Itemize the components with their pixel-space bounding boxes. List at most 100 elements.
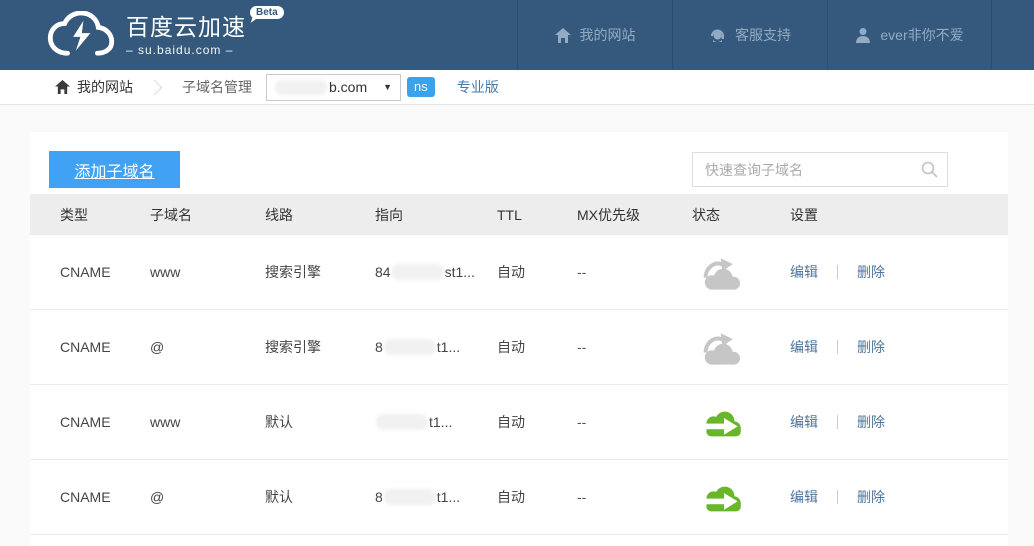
domain-select-value: b.com xyxy=(329,79,367,95)
green-cloud-arrow-icon xyxy=(696,477,744,517)
nav-my-websites[interactable]: 我的网站 xyxy=(517,0,672,70)
search-box xyxy=(692,152,948,187)
target-prefix: 8 xyxy=(375,339,383,355)
col-header-type: 类型 xyxy=(60,205,150,225)
subdomain-card: 添加子域名 类型 子域名 线路 指向 TTL MX优先级 状态 设置 CNAME… xyxy=(30,132,1008,546)
cell-target: t1... xyxy=(375,414,497,430)
nav-item-label: 客服支持 xyxy=(735,25,791,45)
nav-user-account[interactable]: ever非你不爱 xyxy=(827,0,992,70)
table-row: CNAME @ 搜索引擎 8 t1... 自动 -- xyxy=(30,310,1008,385)
status-cloud-icon[interactable] xyxy=(696,477,744,517)
brand-logo[interactable]: 百度云加速 Beta – su.baidu.com – xyxy=(0,0,517,70)
cell-actions: 编辑 删除 xyxy=(790,262,1008,282)
col-header-mx: MX优先级 xyxy=(577,205,692,225)
delete-link[interactable]: 删除 xyxy=(857,262,885,282)
cloud-lightning-icon xyxy=(46,11,116,59)
search-input[interactable] xyxy=(692,152,948,187)
delete-link[interactable]: 删除 xyxy=(857,337,885,357)
brand-title: 百度云加速 xyxy=(126,14,246,40)
target-prefix: 8 xyxy=(375,489,383,505)
cell-target: 8 t1... xyxy=(375,339,497,355)
add-subdomain-button[interactable]: 添加子域名 xyxy=(49,151,180,188)
cell-mx-priority: -- xyxy=(577,489,692,505)
main-content: 添加子域名 类型 子域名 线路 指向 TTL MX优先级 状态 设置 CNAME… xyxy=(0,105,1034,546)
col-header-ttl: TTL xyxy=(497,207,577,223)
breadcrumb-section-label: 子域名管理 xyxy=(182,77,252,97)
action-divider xyxy=(837,340,838,354)
chevron-down-icon: ▼ xyxy=(383,82,392,92)
nav-item-label: ever非你不爱 xyxy=(880,25,963,45)
col-header-status: 状态 xyxy=(692,205,790,225)
cell-line: 默认 xyxy=(265,412,375,432)
domain-select[interactable]: b.com ▼ xyxy=(266,74,401,101)
action-divider xyxy=(837,490,838,504)
redacted-target-blur xyxy=(384,489,436,505)
redacted-target-blur xyxy=(384,339,436,355)
action-divider xyxy=(837,265,838,279)
cell-mx-priority: -- xyxy=(577,339,692,355)
cell-ttl: 自动 xyxy=(497,337,577,357)
table-row: CNAME @ 默认 8 t1... 自动 -- xyxy=(30,460,1008,535)
cell-actions: 编辑 删除 xyxy=(790,487,1008,507)
cell-line: 搜索引擎 xyxy=(265,337,375,357)
breadcrumb: 我的网站 子域名管理 b.com ▼ ns 专业版 xyxy=(0,70,1034,105)
search-icon[interactable] xyxy=(921,161,938,178)
cell-target: 8 t1... xyxy=(375,489,497,505)
cell-actions: 编辑 删除 xyxy=(790,337,1008,357)
chevron-right-icon xyxy=(147,79,163,95)
cell-subdomain: @ xyxy=(150,489,265,505)
status-cloud-icon[interactable] xyxy=(696,252,744,292)
table-body: CNAME www 搜索引擎 84 st1... 自动 -- xyxy=(30,235,1008,535)
cell-subdomain: @ xyxy=(150,339,265,355)
top-navbar: 百度云加速 Beta – su.baidu.com – 我的网站 客服支持 xyxy=(0,0,1034,70)
gray-cloud-bypass-icon xyxy=(696,327,744,367)
edit-link[interactable]: 编辑 xyxy=(790,337,818,357)
target-prefix: 84 xyxy=(375,264,391,280)
cell-mx-priority: -- xyxy=(577,414,692,430)
cell-subdomain: www xyxy=(150,414,265,430)
ns-badge[interactable]: ns xyxy=(407,77,435,97)
breadcrumb-home-label: 我的网站 xyxy=(77,77,133,97)
cell-subdomain: www xyxy=(150,264,265,280)
plan-link[interactable]: 专业版 xyxy=(457,77,499,97)
cell-type: CNAME xyxy=(60,414,150,430)
nav-item-label: 我的网站 xyxy=(580,25,636,45)
col-header-line: 线路 xyxy=(265,205,375,225)
edit-link[interactable]: 编辑 xyxy=(790,412,818,432)
breadcrumb-home[interactable]: 我的网站 xyxy=(55,77,133,97)
status-cloud-icon[interactable] xyxy=(696,327,744,367)
cell-type: CNAME xyxy=(60,489,150,505)
table-row: CNAME www 搜索引擎 84 st1... 自动 -- xyxy=(30,235,1008,310)
gray-cloud-bypass-icon xyxy=(696,252,744,292)
cell-type: CNAME xyxy=(60,264,150,280)
cell-line: 搜索引擎 xyxy=(265,262,375,282)
delete-link[interactable]: 删除 xyxy=(857,412,885,432)
action-divider xyxy=(837,415,838,429)
target-suffix: t1... xyxy=(429,414,452,430)
navbar-menu: 我的网站 客服支持 ever非你不爱 xyxy=(517,0,1034,70)
green-cloud-arrow-icon xyxy=(696,402,744,442)
cell-ttl: 自动 xyxy=(497,262,577,282)
user-icon xyxy=(855,27,871,43)
beta-badge: Beta xyxy=(250,6,284,19)
cell-mx-priority: -- xyxy=(577,264,692,280)
toolbar: 添加子域名 xyxy=(30,132,1008,194)
home-icon xyxy=(555,28,571,43)
nav-support[interactable]: 客服支持 xyxy=(672,0,827,70)
cell-target: 84 st1... xyxy=(375,264,497,280)
col-header-settings: 设置 xyxy=(790,205,1008,225)
table-row: CNAME www 默认 t1... 自动 -- xyxy=(30,385,1008,460)
target-suffix: st1... xyxy=(445,264,475,280)
edit-link[interactable]: 编辑 xyxy=(790,262,818,282)
target-suffix: t1... xyxy=(437,489,460,505)
cell-ttl: 自动 xyxy=(497,487,577,507)
delete-link[interactable]: 删除 xyxy=(857,487,885,507)
table-header: 类型 子域名 线路 指向 TTL MX优先级 状态 设置 xyxy=(30,194,1008,235)
cell-actions: 编辑 删除 xyxy=(790,412,1008,432)
target-suffix: t1... xyxy=(437,339,460,355)
home-icon xyxy=(55,80,70,94)
headset-icon xyxy=(709,27,726,44)
edit-link[interactable]: 编辑 xyxy=(790,487,818,507)
status-cloud-icon[interactable] xyxy=(696,402,744,442)
col-header-subdomain: 子域名 xyxy=(150,205,265,225)
